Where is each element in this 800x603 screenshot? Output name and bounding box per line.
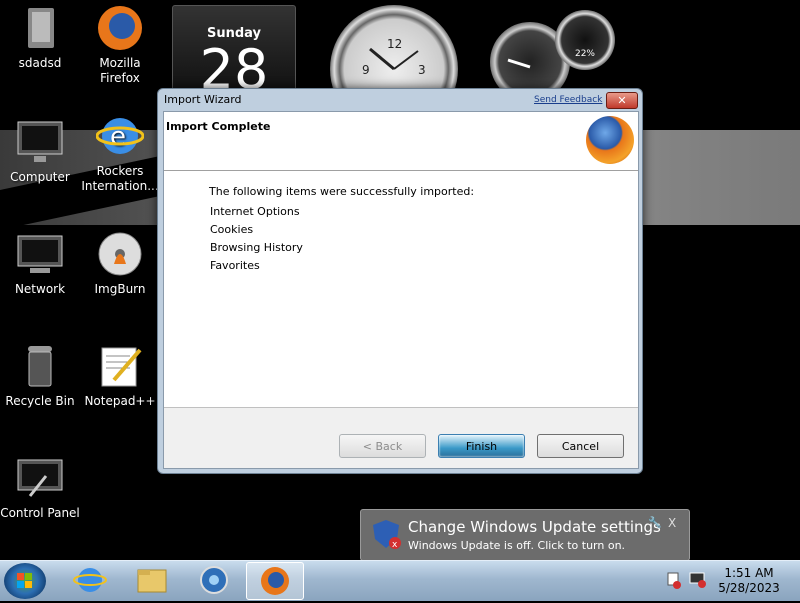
desktop-icon-label: sdadsd: [18, 56, 62, 70]
taskbar-file-explorer[interactable]: [124, 562, 180, 598]
internet-explorer-icon: [73, 568, 107, 592]
svg-text:x: x: [392, 540, 398, 549]
clock-date: 5/28/2023: [718, 581, 780, 595]
taskbar-firefox[interactable]: [246, 562, 304, 600]
desktop-icon-label: Mozilla Firefox: [99, 56, 141, 85]
imported-item: Cookies: [210, 223, 254, 236]
send-feedback-link[interactable]: Send Feedback: [534, 95, 602, 105]
desktop-icon-imgburn[interactable]: ImgBurn: [80, 230, 160, 297]
desktop-icon-mozilla-firefox[interactable]: Mozilla Firefox: [80, 4, 160, 86]
imported-item: Internet Options: [210, 205, 300, 218]
wizard-content: The following items were successfully im…: [164, 171, 638, 408]
desktop-icon-label: Notepad++: [84, 394, 156, 408]
cpu-meter-value: 22%: [574, 49, 595, 59]
back-button[interactable]: < Back: [339, 434, 426, 458]
notification-title: Change Windows Update settings: [408, 518, 661, 536]
calendar-date: 28: [199, 38, 269, 93]
firefox-icon: [96, 4, 144, 52]
notepad-icon: [96, 342, 144, 390]
wizard-header-title: Import Complete: [166, 120, 271, 133]
dialog-body: Import Complete The following items were…: [163, 111, 639, 469]
desktop-icon-rockers[interactable]: e Rockers Internation...: [80, 112, 160, 194]
network-icon: [16, 230, 64, 278]
desktop-icon-label: Computer: [10, 170, 70, 184]
taskbar-internet-explorer[interactable]: [62, 562, 118, 598]
monitor-icon: [16, 118, 64, 166]
internet-explorer-icon: e: [95, 112, 145, 160]
system-tray: [660, 565, 710, 599]
desktop-icon-computer[interactable]: Computer: [0, 118, 80, 185]
firefox-icon: [261, 567, 289, 595]
desktop-icon-control-panel[interactable]: Control Panel: [0, 454, 80, 521]
start-button[interactable]: [4, 563, 46, 599]
desktop-icon-notepad-plus-plus[interactable]: Notepad++: [80, 342, 160, 409]
imported-item: Favorites: [210, 259, 260, 272]
cpu-meter-gadget[interactable]: 22%: [555, 10, 615, 70]
calendar-gadget[interactable]: Sunday 28: [172, 5, 296, 93]
disc-icon: [96, 230, 144, 278]
desktop-icon-label: Control Panel: [0, 506, 80, 520]
desktop-icon-recycle-bin[interactable]: Recycle Bin: [0, 342, 80, 409]
dialog-title: Import Wizard: [164, 93, 242, 106]
desktop-icon-label: Rockers Internation...: [81, 164, 159, 193]
desktop-icon-label: ImgBurn: [94, 282, 146, 296]
folder-icon: [16, 4, 64, 52]
finish-button[interactable]: Finish: [438, 434, 525, 458]
cancel-button[interactable]: Cancel: [537, 434, 624, 458]
import-wizard-dialog: Import Wizard Send Feedback ✕ Import Com…: [157, 88, 643, 474]
notification-text: Windows Update is off. Click to turn on.: [408, 539, 626, 552]
system-clock[interactable]: 1:51 AM 5/28/2023: [712, 566, 786, 596]
desktop-icon-network[interactable]: Network: [0, 230, 80, 297]
media-player-icon: [200, 566, 228, 594]
close-button[interactable]: ✕: [606, 92, 638, 109]
dialog-titlebar[interactable]: Import Wizard Send Feedback ✕: [158, 89, 642, 111]
windows-logo-icon: [17, 573, 32, 588]
wrench-icon[interactable]: 🔧: [648, 516, 662, 529]
windows-update-notification[interactable]: x Change Windows Update settings Windows…: [360, 509, 690, 560]
import-summary-text: The following items were successfully im…: [209, 185, 475, 198]
windows-security-shield-icon: x: [373, 520, 401, 549]
imported-item: Browsing History: [210, 241, 303, 254]
wizard-header: Import Complete: [164, 112, 638, 171]
desktop-icon-sdadsd[interactable]: sdadsd: [0, 4, 80, 71]
desktop: sdadsd Mozilla Firefox Computer e Rocker…: [0, 0, 800, 560]
clock-time: 1:51 AM: [724, 566, 774, 580]
tray-icons: [667, 572, 706, 589]
desktop-icon-label: Recycle Bin: [5, 394, 75, 408]
folder-icon: [137, 569, 167, 593]
taskbar-media-player[interactable]: [186, 562, 242, 598]
desktop-icon-label: Network: [14, 282, 66, 296]
control-panel-icon: [16, 454, 64, 502]
taskbar: 1:51 AM 5/28/2023: [0, 560, 800, 601]
svg-text:e: e: [110, 122, 126, 152]
recycle-bin-icon: [16, 342, 64, 390]
notification-close-button[interactable]: X: [668, 516, 676, 530]
firefox-logo-icon: [586, 116, 634, 164]
